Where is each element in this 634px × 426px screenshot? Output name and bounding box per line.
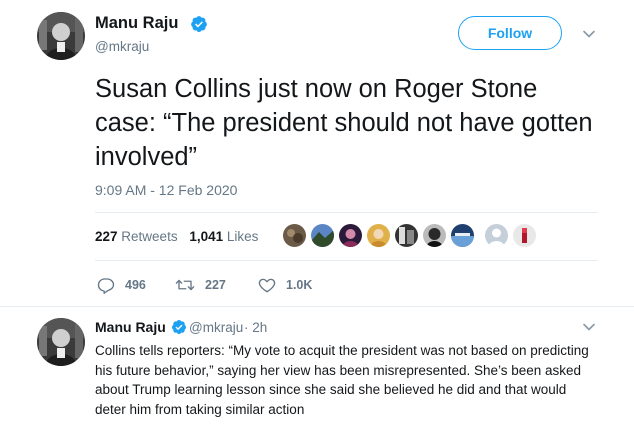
likes-stat[interactable]: 1,041 Likes (189, 229, 258, 244)
reply-author-avatar[interactable] (37, 318, 85, 366)
retweets-stat[interactable]: 227 Retweets (95, 229, 178, 244)
liker-avatar[interactable] (283, 224, 306, 247)
retweets-label: Retweets (121, 229, 178, 244)
author-handle[interactable]: @mkraju (95, 39, 149, 54)
like-count: 1.0K (286, 278, 313, 292)
verified-badge-icon (190, 15, 208, 38)
chevron-down-icon[interactable] (582, 320, 598, 336)
chevron-down-icon[interactable] (582, 27, 598, 43)
liker-avatar[interactable] (395, 224, 418, 247)
tweet-text: Susan Collins just now on Roger Stone ca… (95, 75, 593, 171)
verified-badge-icon (171, 319, 187, 340)
reply-time-ago[interactable]: · 2h (244, 320, 267, 335)
heart-icon (258, 278, 276, 293)
retweet-count: 227 (205, 278, 226, 292)
divider (95, 212, 598, 213)
follow-button[interactable]: Follow (458, 16, 562, 50)
retweet-icon (175, 279, 195, 291)
liker-avatar[interactable] (367, 224, 390, 247)
liker-avatar[interactable] (423, 224, 446, 247)
tweet-timestamp[interactable]: 9:09 AM - 12 Feb 2020 (95, 182, 237, 198)
reply-author-name[interactable]: Manu Raju (95, 319, 166, 335)
retweets-count: 227 (95, 229, 118, 244)
likes-label: Likes (226, 229, 259, 244)
reply-button[interactable]: 496 (97, 275, 146, 295)
reply-tweet-text: Collins tells reporters: “My vote to acq… (95, 343, 589, 417)
likes-count: 1,041 (189, 229, 224, 244)
engagement-stats: 227 Retweets 1,041 Likes (95, 229, 266, 244)
divider (95, 260, 598, 261)
liker-avatar[interactable] (513, 224, 536, 247)
reply-icon (97, 278, 115, 294)
liker-avatar[interactable] (339, 224, 362, 247)
reply-count: 496 (125, 278, 146, 292)
author-avatar[interactable] (37, 12, 85, 60)
reply-author-handle[interactable]: @mkraju (189, 320, 243, 335)
like-button[interactable]: 1.0K (258, 275, 312, 295)
liker-avatar[interactable] (311, 224, 334, 247)
author-name[interactable]: Manu Raju (95, 14, 178, 33)
liker-avatar[interactable] (485, 224, 508, 247)
retweet-button[interactable]: 227 (175, 275, 226, 295)
thread-divider (0, 306, 634, 307)
liker-avatar[interactable] (451, 224, 474, 247)
